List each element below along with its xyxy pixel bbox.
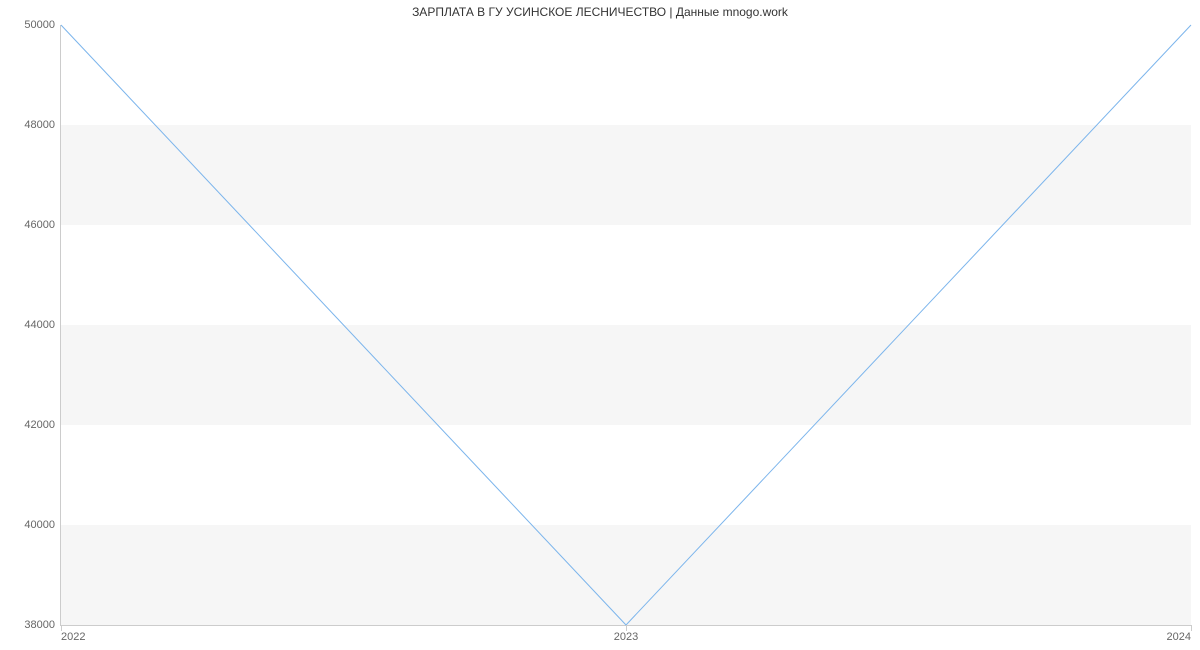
- x-tick-label: 2022: [61, 631, 85, 643]
- y-tick-label: 40000: [24, 519, 55, 531]
- series-line: [61, 25, 1191, 625]
- salary-line-chart: ЗАРПЛАТА В ГУ УСИНСКОЕ ЛЕСНИЧЕСТВО | Дан…: [0, 0, 1200, 650]
- y-tick-label: 38000: [24, 619, 55, 631]
- chart-title: ЗАРПЛАТА В ГУ УСИНСКОЕ ЛЕСНИЧЕСТВО | Дан…: [0, 5, 1200, 19]
- y-tick-label: 42000: [24, 419, 55, 431]
- y-tick-label: 44000: [24, 319, 55, 331]
- x-tick-mark: [1191, 625, 1192, 631]
- y-tick-label: 48000: [24, 119, 55, 131]
- y-tick-label: 50000: [24, 19, 55, 31]
- x-tick-label: 2024: [1167, 631, 1191, 643]
- plot-area: 3800040000420004400046000480005000020222…: [60, 25, 1191, 626]
- line-layer: [61, 25, 1191, 625]
- x-tick-label: 2023: [614, 631, 638, 643]
- y-tick-label: 46000: [24, 219, 55, 231]
